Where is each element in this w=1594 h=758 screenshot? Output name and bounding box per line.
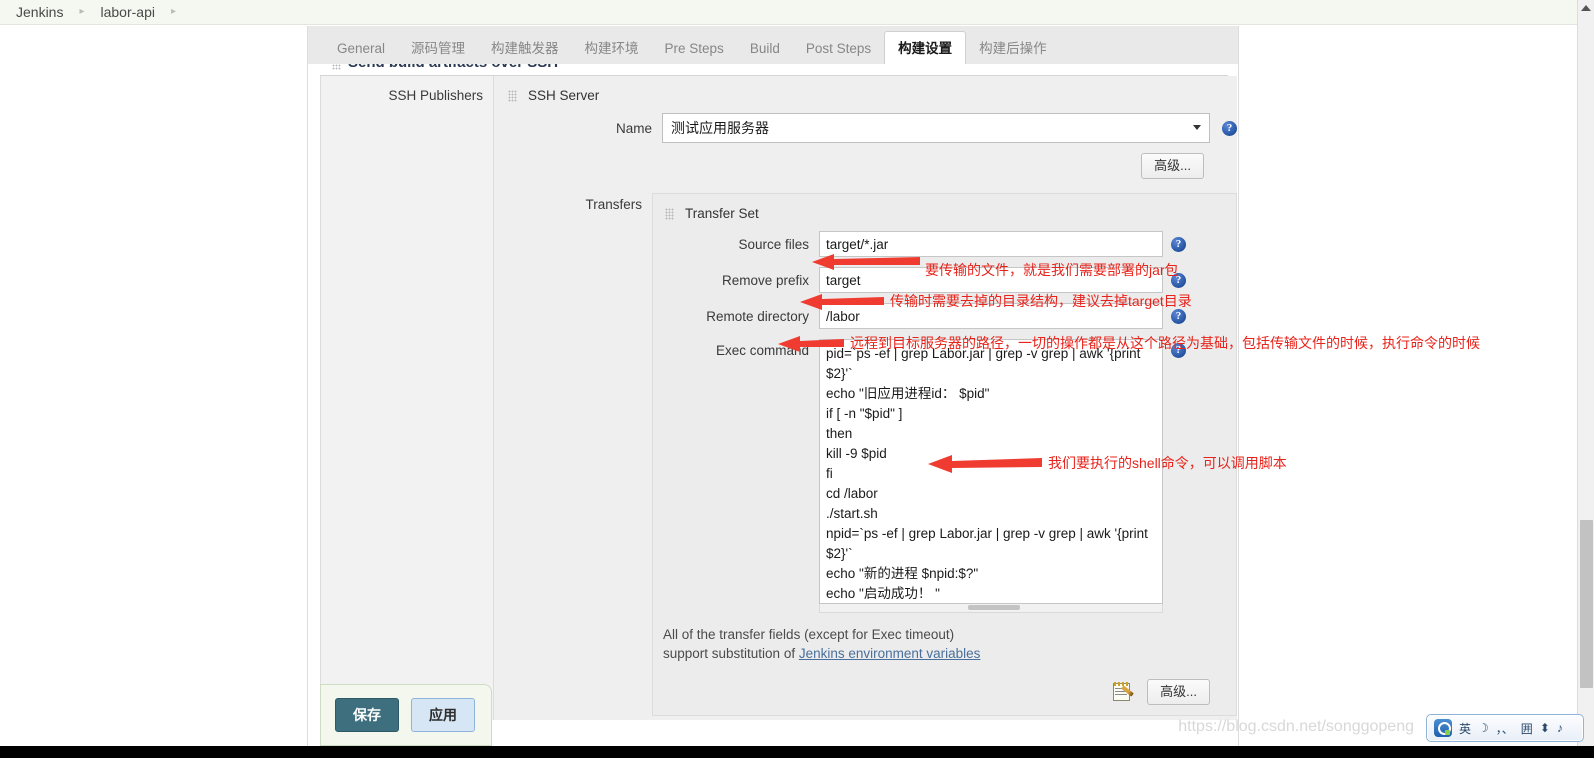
desktop-taskbar bbox=[0, 746, 1594, 758]
ime-moon-icon[interactable]: ☽ bbox=[1478, 721, 1489, 735]
tab-build-settings[interactable]: 构建设置 bbox=[884, 31, 967, 65]
remove-prefix-label: Remove prefix bbox=[721, 272, 809, 288]
ime-logo-icon[interactable] bbox=[1434, 719, 1452, 737]
transfers-label: Transfers bbox=[585, 197, 642, 212]
remote-directory-label: Remote directory bbox=[706, 308, 809, 324]
chevron-down-icon bbox=[1193, 125, 1201, 130]
section-header-send-artifacts: Send build artifacts over SSH bbox=[320, 64, 1228, 76]
ssh-server-block-title: SSH Server bbox=[506, 88, 1237, 103]
advanced-button-top[interactable]: 高级... bbox=[1141, 153, 1204, 179]
ime-toolbar[interactable]: 英 ☽ ，、 囲 ⬍ ♪ bbox=[1426, 714, 1584, 742]
remote-directory-input[interactable] bbox=[819, 303, 1163, 329]
config-footer-bar: 保存 应用 bbox=[320, 684, 492, 746]
transfer-note-line-1: All of the transfer fields (except for E… bbox=[663, 627, 955, 642]
remove-prefix-input[interactable] bbox=[819, 267, 1163, 293]
section-title: Send build artifacts over SSH bbox=[348, 64, 558, 71]
ime-keyboard-icon[interactable]: 囲 bbox=[1521, 720, 1533, 737]
breadcrumb-separator-icon: ▸ bbox=[79, 6, 85, 17]
tab-post-build-actions[interactable]: 构建后操作 bbox=[966, 34, 1060, 64]
breadcrumb-item-jenkins[interactable]: Jenkins bbox=[12, 4, 67, 20]
tab-build-triggers[interactable]: 构建触发器 bbox=[478, 34, 572, 64]
config-tab-bar: General 源码管理 构建触发器 构建环境 Pre Steps Build … bbox=[307, 26, 1239, 65]
jenkins-job-config-page: Jenkins ▸ labor-api ▸ General 源码管理 构建触发器… bbox=[0, 0, 1594, 758]
ime-toolbox-icon[interactable]: ⬍ bbox=[1540, 721, 1550, 735]
source-files-row: Source files ? bbox=[661, 231, 1230, 257]
save-button[interactable]: 保存 bbox=[335, 698, 399, 732]
scrollbar-thumb[interactable] bbox=[968, 605, 1020, 610]
exec-command-horizontal-scrollbar[interactable] bbox=[819, 604, 1163, 613]
page-scrollbar[interactable] bbox=[1577, 0, 1594, 746]
apply-button[interactable]: 应用 bbox=[411, 698, 475, 732]
name-select-wrap: 测试应用服务器 bbox=[662, 113, 1210, 143]
help-icon-remote-directory[interactable]: ? bbox=[1171, 308, 1186, 324]
ssh-publishers-label: SSH Publishers bbox=[321, 76, 493, 720]
page-scrollbar-thumb[interactable] bbox=[1580, 520, 1593, 688]
breadcrumb-item-labor-api[interactable]: labor-api bbox=[97, 4, 159, 20]
ssh-server-title-text: SSH Server bbox=[528, 88, 600, 103]
ssh-server-name-select[interactable]: 测试应用服务器 bbox=[662, 113, 1210, 143]
name-field-row: Name 测试应用服务器 ? bbox=[504, 113, 1237, 143]
transfer-note: All of the transfer fields (except for E… bbox=[663, 625, 1230, 663]
help-icon-exec-command[interactable]: ? bbox=[1171, 343, 1186, 358]
remove-prefix-row: Remove prefix ? bbox=[661, 267, 1230, 293]
edit-note-icon[interactable] bbox=[1113, 682, 1135, 702]
config-panel: Send build artifacts over SSH SSH Publis… bbox=[307, 64, 1239, 758]
tab-build-environment[interactable]: 构建环境 bbox=[572, 34, 652, 64]
transfer-bottom-tools: 高级... bbox=[661, 679, 1230, 705]
breadcrumb-separator-icon-2: ▸ bbox=[170, 6, 177, 17]
exec-command-row: Exec command pid=`ps -ef | grep Labor.ja… bbox=[661, 339, 1230, 613]
jenkins-env-variables-link[interactable]: Jenkins environment variables bbox=[799, 646, 981, 661]
help-icon-source-files[interactable]: ? bbox=[1171, 236, 1186, 252]
ssh-publishers-row: SSH Publishers SSH Server Name 测试应用服务器 ?… bbox=[320, 76, 1237, 720]
ime-language-toggle[interactable]: 英 bbox=[1459, 720, 1471, 737]
ime-punctuation-icon[interactable]: ，、 bbox=[1496, 720, 1514, 737]
drag-handle-icon[interactable] bbox=[332, 64, 341, 70]
source-files-input[interactable] bbox=[819, 231, 1163, 257]
advanced-button-bottom[interactable]: 高级... bbox=[1147, 679, 1210, 705]
drag-handle-icon-ssh-server[interactable] bbox=[508, 90, 517, 102]
scroll-up-arrow-icon[interactable] bbox=[1581, 5, 1591, 11]
exec-command-textarea[interactable]: pid=`ps -ef | grep Labor.jar | grep -v g… bbox=[819, 339, 1163, 604]
tab-pre-steps[interactable]: Pre Steps bbox=[652, 34, 737, 64]
drag-handle-icon-transfer-set[interactable] bbox=[665, 208, 674, 220]
tab-build[interactable]: Build bbox=[737, 34, 793, 64]
transfer-set-block-title: Transfer Set bbox=[663, 206, 1230, 221]
ssh-server-name-value: 测试应用服务器 bbox=[671, 120, 769, 136]
help-icon-name[interactable]: ? bbox=[1222, 120, 1237, 136]
source-files-label: Source files bbox=[738, 236, 809, 252]
transfer-set-title-text: Transfer Set bbox=[685, 206, 759, 221]
tab-source-management[interactable]: 源码管理 bbox=[398, 34, 478, 64]
remote-directory-row: Remote directory ? bbox=[661, 303, 1230, 329]
tab-post-steps[interactable]: Post Steps bbox=[793, 34, 884, 64]
exec-command-label: Exec command bbox=[715, 343, 809, 358]
tab-general[interactable]: General bbox=[324, 34, 398, 64]
help-icon-remove-prefix[interactable]: ? bbox=[1171, 272, 1186, 288]
ime-menu-icon[interactable]: ♪ bbox=[1557, 721, 1563, 735]
transfer-note-line-2-prefix: support substitution of bbox=[663, 646, 799, 661]
breadcrumb: Jenkins ▸ labor-api ▸ bbox=[0, 0, 1594, 25]
name-label: Name bbox=[615, 120, 652, 136]
